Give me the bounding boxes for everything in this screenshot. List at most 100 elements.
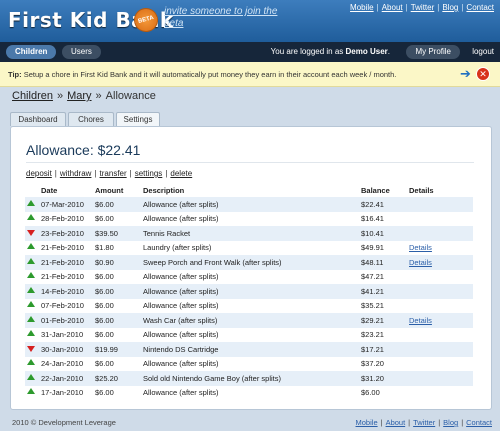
top-link-mobile[interactable]: Mobile [350,3,374,12]
row-description: Sweep Porch and Front Walk (after splits… [143,257,282,267]
row-details-cell [407,386,473,401]
tip-label: Tip: [8,70,22,79]
row-direction-cell [25,197,39,212]
table-row: 01-Feb-2010 $6.00 Wash Car (after splits) $… [25,313,473,328]
row-balance: $16.41 [361,214,384,224]
footer-links: Mobile | About | Twitter | Blog | Contact [355,418,492,427]
row-details-cell: Details [407,313,473,328]
logout-link[interactable]: logout [472,47,494,56]
table-row: 24-Jan-2010 $6.00 Allowance (after splits)… [25,357,473,372]
top-link-blog[interactable]: Blog [442,3,458,12]
deposit-arrow-icon [27,330,35,337]
row-date: 31-Jan-2010 [41,330,84,340]
header-date: Date [41,186,58,195]
table-row: 30-Jan-2010 $19.99 Nintendo DS Cartridge $1… [25,342,473,357]
breadcrumb-current: Allowance [105,90,156,102]
deposit-arrow-icon [27,373,35,380]
table-row: 31-Jan-2010 $6.00 Allowance (after splits)… [25,328,473,343]
deposit-arrow-icon [27,301,35,308]
footer-link-blog[interactable]: Blog [443,418,458,427]
table-row: 21-Feb-2010 $1.80 Laundry (after splits) $4… [25,241,473,256]
my-profile-button[interactable]: My Profile [406,45,460,59]
account-panel: Allowance: $22.41 deposit | withdraw | trans… [10,126,492,410]
row-direction-cell [25,255,39,270]
deposit-arrow-icon [27,257,35,264]
row-description: Laundry (after splits) [143,243,212,253]
row-direction-cell [25,212,39,227]
row-details-cell [407,226,473,241]
row-details-cell [407,371,473,386]
account-actions: deposit | withdraw | transfer | settings | delet… [26,169,193,178]
top-link-about[interactable]: About [382,3,403,12]
row-balance: $48.11 [361,257,384,267]
header-amount: Amount [95,186,124,195]
row-details-cell [407,284,473,299]
row-date: 17-Jan-2010 [41,388,84,398]
row-description: Allowance (after splits) [143,199,219,209]
row-date: 23-Feb-2010 [41,228,84,238]
row-details-link[interactable]: Details [409,243,432,252]
row-balance: $47.21 [361,272,384,282]
row-amount: $25.20 [95,373,118,383]
nav-tab-children[interactable]: Children [6,45,57,59]
row-date: 21-Feb-2010 [41,272,84,282]
row-details-link[interactable]: Details [409,316,432,325]
table-row: 17-Jan-2010 $6.00 Allowance (after splits)… [25,386,473,401]
footer-link-contact[interactable]: Contact [466,418,492,427]
footer-link-mobile[interactable]: Mobile [356,418,378,427]
row-amount: $6.00 [95,301,114,311]
row-balance: $17.21 [361,344,384,354]
footer-link-about[interactable]: About [386,418,406,427]
deposit-arrow-icon [27,315,35,322]
account-title: Allowance: $22.41 [26,142,141,158]
footer-copyright: 2010 © Development Leverage [12,418,116,427]
deposit-link[interactable]: deposit [26,169,52,178]
row-date: 07-Feb-2010 [41,301,84,311]
row-details-cell [407,357,473,372]
tab-settings[interactable]: Settings [116,112,160,126]
row-date: 01-Feb-2010 [41,315,84,325]
row-balance: $41.21 [361,286,384,296]
settings-link[interactable]: settings [135,169,163,178]
top-link-contact[interactable]: Contact [466,3,494,12]
tip-message: Setup a chore in First Kid Bank and it w… [21,70,397,79]
deposit-arrow-icon [27,388,35,395]
row-direction-cell [25,226,39,241]
row-details-cell [407,270,473,285]
deposit-arrow-icon [27,286,35,293]
tip-bar: Tip: Setup a chore in First Kid Bank and… [0,62,500,87]
row-date: 21-Feb-2010 [41,257,84,267]
header-description: Description [143,186,185,195]
row-description: Allowance (after splits) [143,388,219,398]
row-date: 28-Feb-2010 [41,214,84,224]
row-amount: $6.00 [95,315,114,325]
breadcrumb-child[interactable]: Mary [67,90,91,102]
breadcrumb: Children» Mary» Allowance [12,90,156,102]
row-details-cell [407,197,473,212]
row-direction-cell [25,241,39,256]
breadcrumb-children[interactable]: Children [12,90,53,102]
tab-dashboard[interactable]: Dashboard [10,112,66,126]
row-description: Sold old Nintendo Game Boy (after splits… [143,373,281,383]
withdraw-link[interactable]: withdraw [60,169,92,178]
next-tip-arrow-icon[interactable]: ➔ [460,67,473,81]
close-tip-icon[interactable]: ✕ [476,67,490,81]
row-description: Tennis Racket [143,228,191,238]
tab-chores[interactable]: Chores [68,112,114,126]
delete-link[interactable]: delete [170,169,192,178]
row-details-link[interactable]: Details [409,258,432,267]
table-row: 07-Mar-2010 $6.00 Allowance (after splits)… [25,197,473,212]
footer-link-twitter[interactable]: Twitter [413,418,435,427]
invite-link[interactable]: invite someone to join the beta [164,6,284,30]
nav-tab-users[interactable]: Users [62,45,101,59]
row-direction-cell [25,299,39,314]
row-amount: $6.00 [95,359,114,369]
row-amount: $6.00 [95,330,114,340]
row-direction-cell [25,357,39,372]
row-date: 24-Jan-2010 [41,359,84,369]
header-balance: Balance [361,186,390,195]
transfer-link[interactable]: transfer [100,169,127,178]
top-link-twitter[interactable]: Twitter [411,3,435,12]
row-details-cell [407,342,473,357]
row-details-cell [407,328,473,343]
